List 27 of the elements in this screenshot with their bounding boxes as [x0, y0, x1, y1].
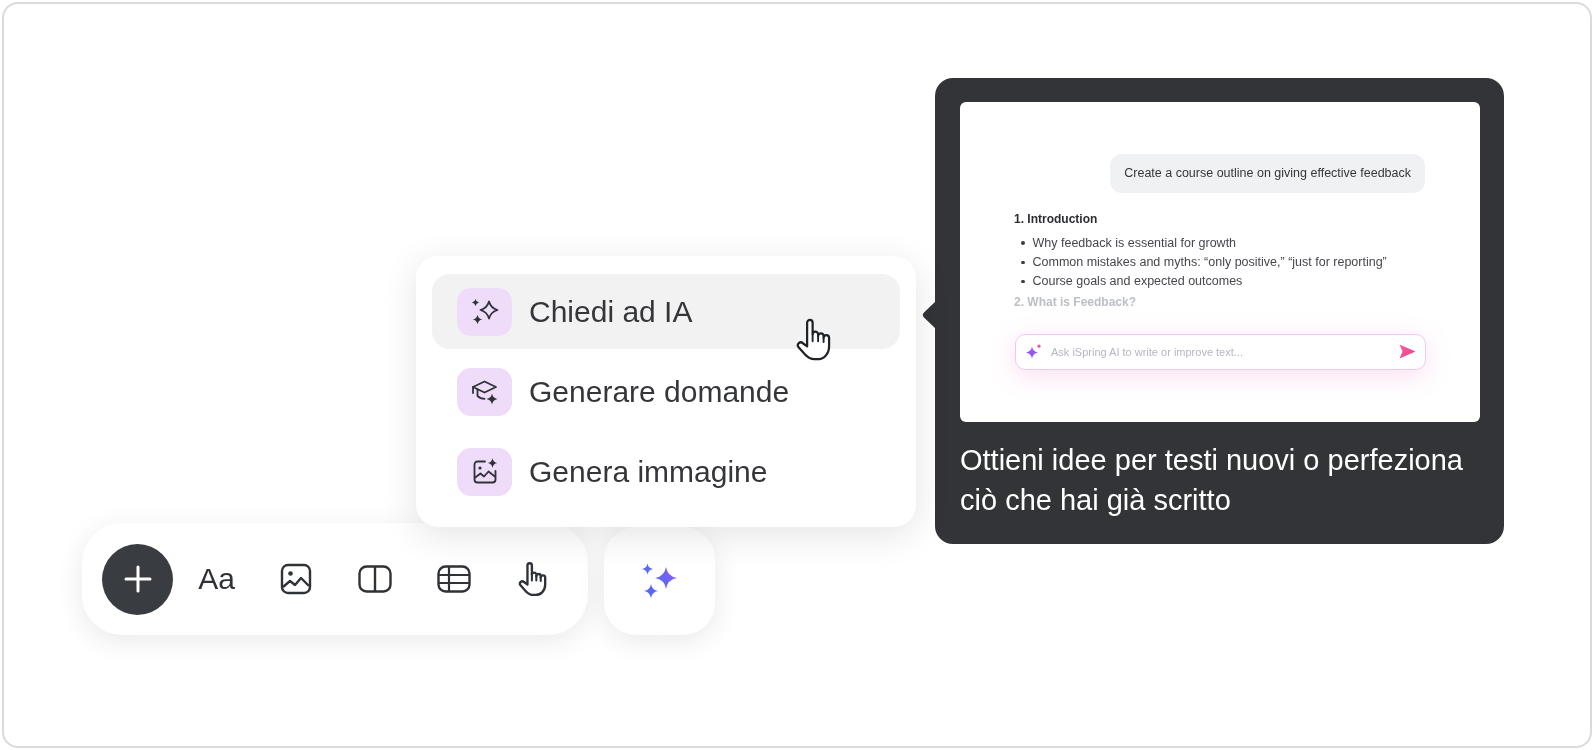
hand-cursor-icon: [796, 317, 832, 362]
sparkles-icon: [457, 287, 512, 336]
hand-pointer-icon[interactable]: [517, 561, 548, 597]
outline-point: Common mistakes and myths: “only positive,” “just for reporting”: [1032, 254, 1387, 272]
table-icon[interactable]: [436, 565, 471, 593]
graduation-cap-icon: [457, 367, 512, 416]
outline-heading: 1. Introduction: [1014, 211, 1099, 228]
columns-icon[interactable]: [357, 565, 392, 593]
outline-point: Why feedback is essential for growth: [1032, 234, 1237, 252]
prompt-field[interactable]: Ask iSpring AI to write or improve text...: [1015, 333, 1426, 370]
plus-icon: [123, 565, 152, 593]
sparkle-icon: [1026, 344, 1041, 360]
menu-item[interactable]: Chiedi ad IA: [432, 274, 900, 349]
bullet-icon: [1021, 241, 1025, 245]
send-icon: [1399, 344, 1416, 360]
bullet-icon: [1021, 260, 1025, 265]
menu-item[interactable]: Genera immagine: [432, 434, 900, 509]
outline-point: Course goals and expected outcomes: [1032, 273, 1243, 291]
menu-item[interactable]: Generare domande: [432, 354, 900, 429]
bullet-icon: [1021, 280, 1025, 284]
image-icon[interactable]: [279, 563, 312, 595]
image-sparkle-icon: [457, 447, 512, 496]
sparkles-icon: [641, 563, 678, 599]
tooltip-caption: Ottieni idee per testi nuovi o perfeziona ciò che hai già scritto: [960, 443, 1464, 518]
outline-heading: 2. What is Feedback?: [1014, 294, 1138, 312]
chat-message: Create a course outline on giving effective feedback: [1110, 154, 1425, 193]
text-tool[interactable]: Aa: [198, 562, 235, 596]
